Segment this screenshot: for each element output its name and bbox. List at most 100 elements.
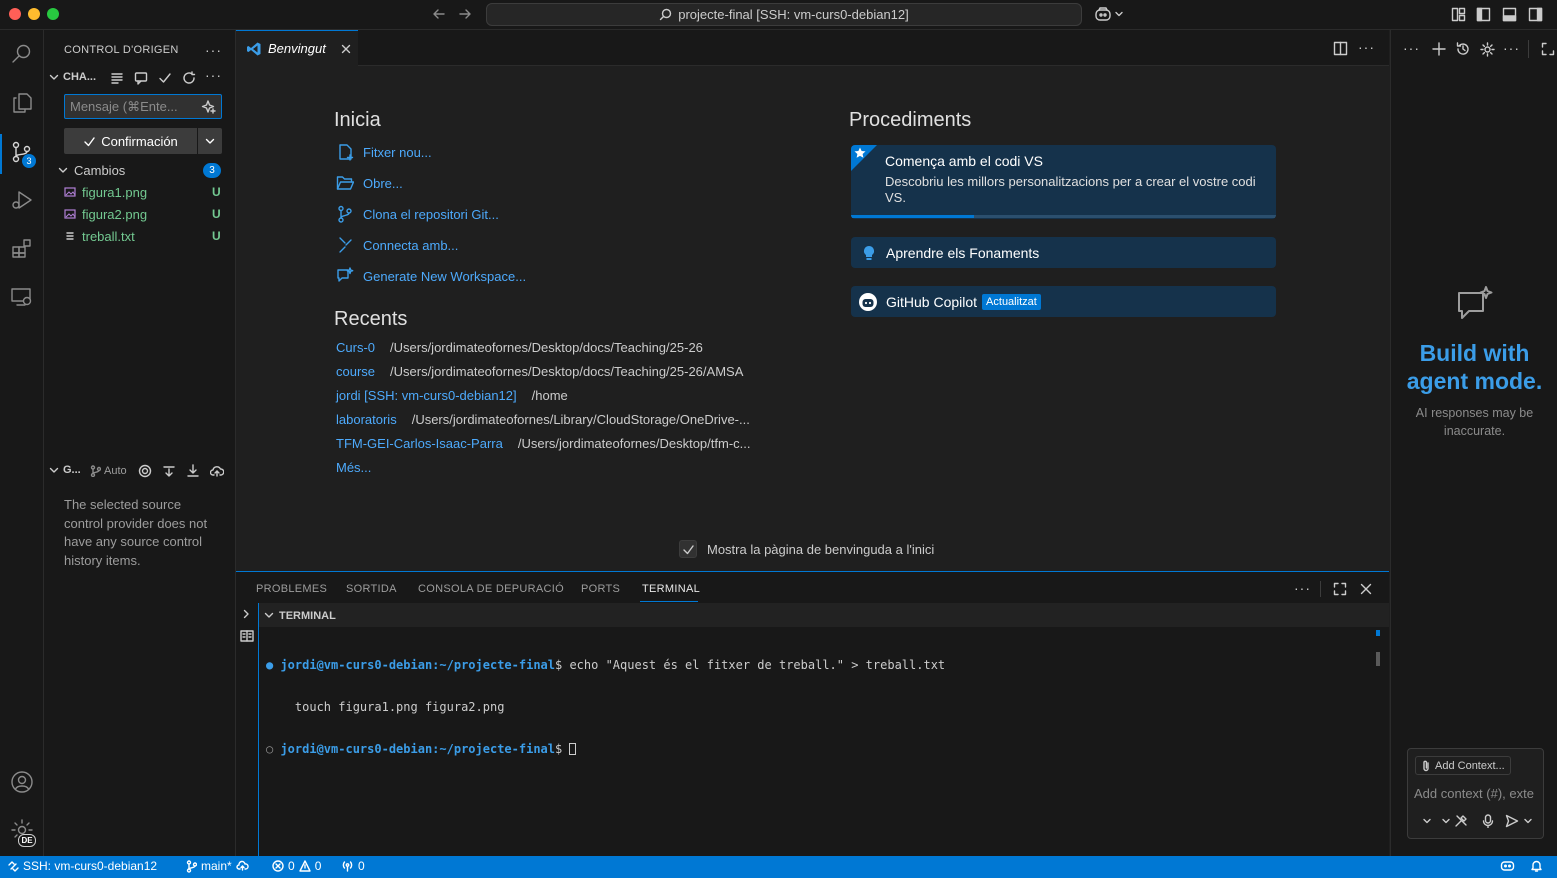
start-item-label: Connecta amb... [363, 237, 459, 253]
commit-dropdown-button[interactable] [198, 128, 222, 154]
view-as-tree-icon[interactable] [110, 71, 124, 85]
pull-icon[interactable] [186, 464, 200, 478]
more-actions-icon[interactable]: ··· [1403, 40, 1420, 56]
panel-tab-debug-console[interactable]: CONSOLA DE DEPURACIÓ [418, 583, 564, 595]
send-icon[interactable] [1505, 814, 1519, 828]
customize-layout-icon[interactable] [1451, 7, 1466, 22]
terminal-list-icon[interactable] [240, 630, 254, 642]
search-view-button[interactable] [0, 32, 44, 76]
branch-indicator[interactable]: main* [186, 859, 250, 873]
more-actions-icon[interactable]: ··· [1294, 580, 1311, 596]
run-debug-view-button[interactable] [0, 178, 44, 222]
walkthrough-fundamentals-card[interactable]: Aprendre els Fonaments [851, 237, 1276, 268]
terminal-header-title: TERMINAL [279, 610, 336, 622]
forward-arrow-icon[interactable] [458, 7, 472, 21]
minimize-window-button[interactable] [28, 8, 40, 20]
microphone-icon[interactable] [1482, 814, 1494, 828]
start-open-link[interactable]: Obre... [336, 174, 403, 192]
terminal-output[interactable]: ● jordi@vm-curs0-debian:~/projecte-final… [266, 630, 945, 784]
terminal-scrollbar[interactable] [1376, 652, 1380, 666]
split-editor-icon[interactable] [1333, 41, 1348, 56]
walkthrough-title: Comença amb el codi VS [885, 153, 1043, 169]
walkthrough-copilot-card[interactable]: GitHub Copilot Actualitzat [851, 286, 1276, 317]
more-actions-icon[interactable]: ··· [205, 67, 222, 83]
command-center[interactable]: projecte-final [SSH: vm-curs0-debian12] [486, 3, 1082, 26]
accounts-button[interactable] [0, 760, 44, 804]
changes-section-header[interactable]: CHA... [48, 71, 96, 83]
maximize-icon[interactable] [1541, 42, 1555, 56]
target-icon[interactable] [138, 464, 152, 478]
fetch-icon[interactable] [162, 464, 176, 478]
copilot-menu-button[interactable] [1094, 6, 1124, 22]
add-context-label: Add Context... [1435, 759, 1505, 772]
recent-item[interactable]: course /Users/jordimateofornes/Desktop/d… [336, 364, 743, 379]
extensions-view-button[interactable] [0, 226, 44, 270]
chevron-right-icon[interactable] [240, 608, 252, 620]
show-on-startup-checkbox[interactable]: Mostra la pàgina de benvinguda a l'inici [679, 540, 934, 558]
close-window-button[interactable] [9, 8, 21, 20]
chevron-down-icon[interactable] [1422, 816, 1432, 826]
recent-item[interactable]: TFM-GEI-Carlos-Isaac-Parra /Users/jordim… [336, 436, 751, 451]
walkthrough-get-started-card[interactable]: Comença amb el codi VS Descobriu les mil… [851, 145, 1276, 219]
toggle-panel-icon[interactable] [1502, 7, 1517, 22]
recent-item[interactable]: Curs-0 /Users/jordimateofornes/Desktop/d… [336, 340, 703, 355]
graph-auto-button[interactable]: Auto [90, 465, 127, 477]
chevron-down-icon[interactable] [1441, 816, 1451, 826]
start-connect-link[interactable]: Connecta amb... [336, 236, 458, 254]
source-control-view-button[interactable]: 3 [0, 130, 44, 174]
new-chat-icon[interactable] [1432, 42, 1446, 56]
chevron-down-icon[interactable] [1523, 816, 1533, 826]
chat-input-box[interactable]: Add Context... Add context (#), exte [1407, 748, 1544, 839]
changed-file-row[interactable]: figura2.png U [44, 203, 235, 225]
changed-file-row[interactable]: figura1.png U [44, 181, 235, 203]
commit-button[interactable]: Confirmación [64, 128, 197, 154]
history-icon[interactable] [1456, 42, 1470, 56]
problems-indicator[interactable]: 0 0 [272, 859, 321, 873]
recent-item[interactable]: laboratoris /Users/jordimateofornes/Libr… [336, 412, 750, 427]
add-context-button[interactable]: Add Context... [1415, 756, 1511, 775]
start-clone-link[interactable]: Clona el repositori Git... [336, 205, 499, 223]
panel-tab-output[interactable]: SORTIDA [346, 583, 397, 595]
more-actions-icon[interactable]: ··· [1503, 40, 1520, 56]
remote-indicator[interactable]: SSH: vm-curs0-debian12 [8, 859, 157, 873]
recent-item[interactable]: jordi [SSH: vm-curs0-debian12] /home [336, 388, 568, 403]
vscode-logo-icon [246, 41, 262, 57]
more-actions-icon[interactable]: ··· [205, 42, 222, 58]
remote-explorer-view-button[interactable] [0, 275, 44, 319]
tab-welcome[interactable]: Benvingut [236, 30, 358, 66]
manage-button[interactable]: DE [0, 808, 44, 852]
close-panel-icon[interactable] [1359, 582, 1373, 596]
terminal-line: ● jordi@vm-curs0-debian:~/projecte-final… [266, 658, 945, 672]
more-recents-link[interactable]: Més... [336, 460, 371, 475]
more-actions-icon[interactable]: ··· [1358, 39, 1375, 55]
changes-group-row[interactable]: Cambios 3 [44, 159, 235, 181]
panel-tab-problems[interactable]: PROBLEMES [256, 583, 327, 595]
back-arrow-icon[interactable] [432, 7, 446, 21]
cloud-upload-icon[interactable] [210, 464, 224, 478]
refresh-icon[interactable] [182, 71, 196, 85]
sparkle-icon[interactable] [201, 99, 217, 115]
graph-section-header[interactable]: G... [48, 464, 81, 476]
copilot-status[interactable] [1500, 859, 1515, 872]
changed-file-row[interactable]: treball.txt U [44, 225, 235, 247]
commit-check-icon[interactable] [158, 71, 172, 85]
toggle-primary-sidebar-icon[interactable] [1476, 7, 1491, 22]
maximize-panel-icon[interactable] [1333, 582, 1347, 596]
panel-tab-terminal[interactable]: TERMINAL [642, 583, 700, 595]
ports-indicator[interactable]: 0 [341, 859, 365, 873]
comment-icon[interactable] [134, 71, 148, 85]
start-new-file-link[interactable]: Fitxer nou... [336, 143, 432, 161]
start-generate-workspace-link[interactable]: Generate New Workspace... [336, 267, 526, 285]
tools-icon[interactable] [1454, 814, 1468, 828]
chevron-down-icon[interactable] [263, 609, 275, 621]
explorer-view-button[interactable] [0, 81, 44, 125]
remote-explorer-icon [10, 285, 34, 309]
panel-tab-ports[interactable]: PORTS [581, 583, 620, 595]
walkthrough-progress-fill [851, 215, 975, 218]
maximize-window-button[interactable] [47, 8, 59, 20]
gear-icon[interactable] [1480, 42, 1495, 57]
close-icon[interactable] [340, 43, 352, 55]
toggle-secondary-sidebar-icon[interactable] [1528, 7, 1543, 22]
commit-message-input[interactable]: Mensaje (⌘Ente... [64, 94, 222, 119]
notifications-bell[interactable] [1530, 859, 1543, 872]
